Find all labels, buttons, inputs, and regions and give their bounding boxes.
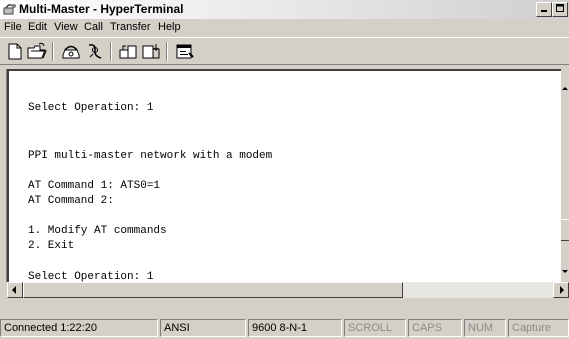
status-connected: Connected 1:22:20 bbox=[0, 319, 158, 337]
toolbar-separator bbox=[166, 42, 168, 61]
scroll-right-button[interactable] bbox=[553, 282, 569, 298]
terminal-line: AT Command 1: ATS0=1 bbox=[28, 180, 161, 192]
scroll-down-arrow-icon[interactable] bbox=[561, 264, 569, 280]
maximize-button[interactable] bbox=[552, 2, 568, 17]
toolbar-separator bbox=[52, 42, 54, 61]
terminal-line: PPI multi-master network with a modem bbox=[28, 150, 273, 162]
menu-view[interactable]: View bbox=[54, 21, 78, 33]
status-port-settings: 9600 8-N-1 bbox=[248, 319, 342, 337]
status-bar: Connected 1:22:20 ANSI 9600 8-N-1 SCROLL… bbox=[0, 301, 569, 339]
menu-call[interactable]: Call bbox=[84, 21, 103, 33]
window-title: Multi-Master - HyperTerminal bbox=[19, 2, 184, 16]
terminal-line: 2. Exit bbox=[28, 240, 75, 252]
vertical-scroll-thumb[interactable] bbox=[561, 219, 569, 241]
hyperterminal-window: Multi-Master - HyperTerminal File Edit V… bbox=[0, 0, 569, 339]
status-caps: CAPS bbox=[408, 319, 462, 337]
terminal-line: AT Command 2: bbox=[28, 195, 114, 207]
status-emulation: ANSI bbox=[160, 319, 246, 337]
menu-bar: File Edit View Call Transfer Help bbox=[0, 19, 569, 37]
terminal-left-margin bbox=[0, 69, 7, 282]
status-num: NUM bbox=[464, 319, 506, 337]
open-folder-icon[interactable] bbox=[26, 42, 48, 61]
disconnect-icon[interactable] bbox=[84, 42, 106, 61]
horizontal-scroll-thumb[interactable] bbox=[23, 282, 403, 298]
hyperterminal-app-icon[interactable] bbox=[3, 2, 17, 16]
menu-file[interactable]: File bbox=[4, 21, 22, 33]
scroll-right-arrow-icon bbox=[560, 286, 564, 294]
new-document-icon[interactable] bbox=[4, 42, 26, 61]
horizontal-scrollbar[interactable] bbox=[7, 282, 569, 298]
send-icon[interactable] bbox=[117, 42, 139, 61]
terminal-line: 1. Modify AT commands bbox=[28, 225, 167, 237]
menu-transfer[interactable]: Transfer bbox=[110, 21, 151, 33]
title-bar[interactable]: Multi-Master - HyperTerminal bbox=[0, 0, 569, 19]
status-scroll: SCROLL bbox=[344, 319, 406, 337]
status-capture: Capture bbox=[508, 319, 569, 337]
toolbar bbox=[0, 37, 569, 65]
scroll-left-button[interactable] bbox=[7, 282, 23, 298]
minimize-button[interactable] bbox=[536, 2, 552, 17]
scroll-left-arrow-icon bbox=[12, 286, 16, 294]
menu-help[interactable]: Help bbox=[158, 21, 181, 33]
vertical-scrollbar[interactable] bbox=[561, 69, 569, 282]
toolbar-separator bbox=[110, 42, 112, 61]
menu-edit[interactable]: Edit bbox=[28, 21, 47, 33]
properties-icon[interactable] bbox=[174, 42, 196, 61]
scroll-up-arrow-icon[interactable] bbox=[561, 81, 569, 97]
terminal-screen[interactable]: Select Operation: 1 PPI multi-master net… bbox=[7, 69, 561, 283]
call-icon[interactable] bbox=[60, 42, 82, 61]
terminal-line: Select Operation: 1 bbox=[28, 102, 154, 114]
receive-icon[interactable] bbox=[140, 42, 162, 61]
